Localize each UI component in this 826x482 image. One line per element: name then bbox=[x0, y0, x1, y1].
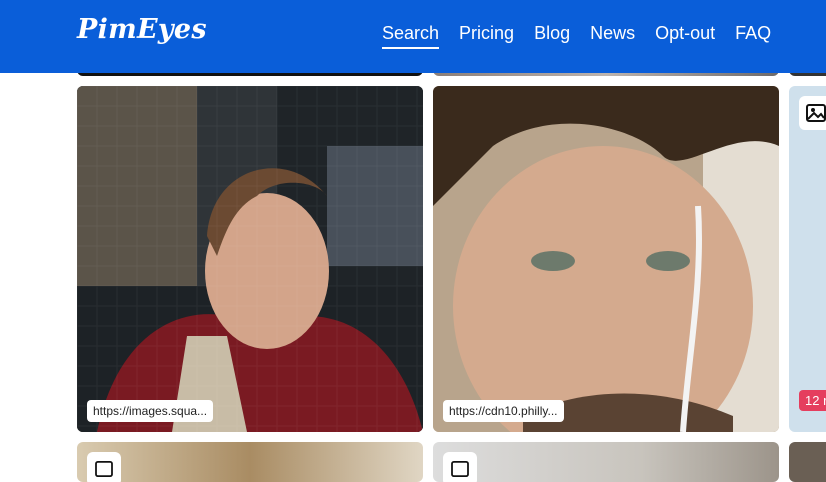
nav-blog[interactable]: Blog bbox=[534, 22, 570, 49]
nav-search[interactable]: Search bbox=[382, 22, 440, 49]
pimeyes-logo[interactable]: PimEyes bbox=[77, 14, 207, 45]
result-card-3[interactable]: 12 r bbox=[789, 86, 826, 432]
image-glyph-icon bbox=[806, 104, 826, 122]
image-glyph-icon bbox=[95, 461, 113, 477]
result-card-next-2[interactable] bbox=[433, 442, 779, 482]
result-photo-1 bbox=[77, 86, 423, 432]
result-card-next-1[interactable] bbox=[77, 442, 423, 482]
top-navbar: PimEyes Search Pricing Blog News Opt-out… bbox=[0, 0, 826, 73]
image-icon bbox=[799, 96, 826, 130]
result-card-2[interactable]: https://cdn10.philly... bbox=[433, 86, 779, 432]
result-photo-2 bbox=[433, 86, 779, 432]
nav-faq[interactable]: FAQ bbox=[735, 22, 771, 49]
count-badge: 12 r bbox=[799, 390, 826, 411]
result-card-next-3[interactable] bbox=[789, 442, 826, 482]
result-url-1[interactable]: https://images.squa... bbox=[87, 400, 214, 422]
nav-news[interactable]: News bbox=[590, 22, 635, 49]
result-card-1[interactable]: https://images.squa... bbox=[77, 86, 423, 432]
image-icon bbox=[443, 452, 477, 482]
image-glyph-icon bbox=[451, 461, 469, 477]
result-url-2[interactable]: https://cdn10.philly... bbox=[443, 400, 564, 422]
nav-opt-out[interactable]: Opt-out bbox=[655, 22, 715, 49]
main-nav: Search Pricing Blog News Opt-out FAQ bbox=[382, 22, 771, 49]
image-icon bbox=[87, 452, 121, 482]
nav-pricing[interactable]: Pricing bbox=[459, 22, 514, 49]
